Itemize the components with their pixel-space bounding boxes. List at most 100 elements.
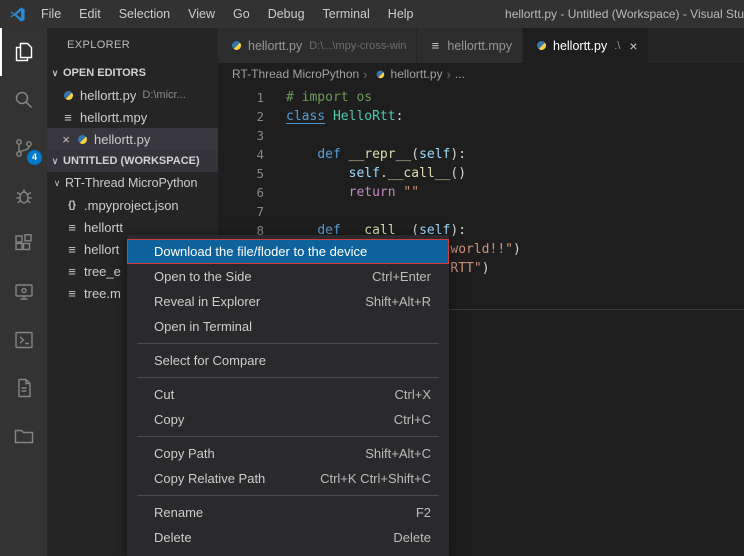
code-token <box>286 147 317 162</box>
menu-item-shortcut: Ctrl+Enter <box>372 269 431 284</box>
code-token <box>341 147 349 162</box>
mpy-icon: ≡ <box>60 109 76 125</box>
device-monitor-icon <box>12 280 36 304</box>
menu-item-open-to-the-side[interactable]: Open to the SideCtrl+Enter <box>127 264 449 289</box>
activity-extensions-button[interactable] <box>0 220 47 268</box>
mpy-icon: ≡ <box>427 38 443 54</box>
tab-hellortt-py[interactable]: hellortt.py.\× <box>523 28 649 63</box>
menu-terminal[interactable]: Terminal <box>314 0 379 28</box>
close-icon[interactable]: × <box>60 132 72 147</box>
code-token: def <box>317 147 340 162</box>
code-text[interactable]: return "" <box>264 183 419 202</box>
code-line: 4 def __repr__(self): <box>218 145 744 164</box>
menu-selection[interactable]: Selection <box>110 0 179 28</box>
document-icon <box>12 376 36 400</box>
json-icon: {} <box>64 197 80 213</box>
window-title: hellortt.py - Untitled (Workspace) - Vis… <box>493 7 744 21</box>
code-text[interactable]: self.__call__() <box>264 164 466 183</box>
tab-detail: .\ <box>614 40 620 52</box>
open-editors-header[interactable]: ∨ OPEN EDITORS <box>47 62 218 84</box>
open-editors-list: hellortt.pyD:\micr...≡hellortt.mpy×hello… <box>47 84 218 150</box>
open-editors-label: OPEN EDITORS <box>63 67 146 79</box>
open-editor-item[interactable]: ×hellortt.py <box>47 128 218 150</box>
menu-item-copy-path[interactable]: Copy PathShift+Alt+C <box>127 441 449 466</box>
code-text[interactable]: class HelloRtt: <box>264 107 403 126</box>
vscode-window: FileEditSelectionViewGoDebugTerminalHelp… <box>0 0 744 556</box>
menu-edit[interactable]: Edit <box>70 0 110 28</box>
tree-folder[interactable]: ∨RT-Thread MicroPython <box>47 172 218 194</box>
activity-source-control-button[interactable]: 4 <box>0 124 47 172</box>
python-icon <box>60 87 76 103</box>
menu-view[interactable]: View <box>179 0 224 28</box>
activity-explorer-button[interactable] <box>0 28 47 76</box>
python-icon <box>533 38 549 54</box>
code-line: 5 self.__call__() <box>218 164 744 183</box>
activity-folder-button[interactable] <box>0 412 47 460</box>
chevron-down-icon: ∨ <box>49 178 65 189</box>
close-icon[interactable]: × <box>629 38 637 54</box>
code-token: self <box>349 166 380 181</box>
line-number: 6 <box>218 183 264 202</box>
menu-separator <box>137 495 439 496</box>
mpy-icon: ≡ <box>64 285 80 301</box>
menu-help[interactable]: Help <box>379 0 423 28</box>
chevron-down-icon: ∨ <box>47 68 63 79</box>
tab-hellortt-py[interactable]: hellortt.pyD:\...\mpy-cross-win <box>218 28 417 63</box>
python-icon <box>373 67 387 81</box>
menu-debug[interactable]: Debug <box>259 0 314 28</box>
menu-go[interactable]: Go <box>224 0 259 28</box>
activity-debug-button[interactable] <box>0 172 47 220</box>
menu-file[interactable]: File <box>32 0 70 28</box>
menu-item-select-for-compare[interactable]: Select for Compare <box>127 348 449 373</box>
title-bar: FileEditSelectionViewGoDebugTerminalHelp… <box>0 0 744 28</box>
activity-bar: 4 <box>0 28 47 556</box>
menu-item-copy-relative-path[interactable]: Copy Relative PathCtrl+K Ctrl+Shift+C <box>127 466 449 491</box>
open-editor-item[interactable]: hellortt.pyD:\micr... <box>47 84 218 106</box>
chevron-right-icon: › <box>447 67 451 82</box>
menu-item-label: Open in Terminal <box>154 319 407 334</box>
code-token: __call__ <box>388 166 451 181</box>
menu-item-shortcut: F2 <box>416 505 431 520</box>
code-text[interactable] <box>264 202 286 221</box>
line-number: 2 <box>218 107 264 126</box>
search-icon <box>12 88 36 112</box>
code-line: 6 return "" <box>218 183 744 202</box>
code-text[interactable]: # import os <box>264 88 372 107</box>
menu-separator <box>137 343 439 344</box>
menu-item-label: Copy Path <box>154 446 341 461</box>
workspace-header[interactable]: ∨ UNTITLED (WORKSPACE) <box>47 150 218 172</box>
tree-item[interactable]: {}.mpyproject.json <box>47 194 218 216</box>
code-token: class <box>286 109 325 124</box>
open-editor-item[interactable]: ≡hellortt.mpy <box>47 106 218 128</box>
file-label: hellortt.py <box>80 88 136 103</box>
menu-item-cut[interactable]: CutCtrl+X <box>127 382 449 407</box>
menu-item-shortcut: Ctrl+X <box>395 387 431 402</box>
menu-item-copy[interactable]: CopyCtrl+C <box>127 407 449 432</box>
code-text[interactable]: def __repr__(self): <box>264 145 466 164</box>
activity-output-button[interactable] <box>0 364 47 412</box>
code-line: 2class HelloRtt: <box>218 107 744 126</box>
breadcrumb-item[interactable]: hellortt.py <box>391 67 443 81</box>
menu-item-delete[interactable]: DeleteDelete <box>127 525 449 550</box>
menu-item-download-the-file-floder-to-the-device[interactable]: Download the file/floder to the device <box>127 239 449 264</box>
code-text[interactable] <box>264 126 286 145</box>
tab-hellortt-mpy[interactable]: ≡hellortt.mpy <box>417 28 523 63</box>
menu-item-open-in-terminal[interactable]: Open in Terminal <box>127 314 449 339</box>
activity-search-button[interactable] <box>0 76 47 124</box>
activity-device-button[interactable] <box>0 268 47 316</box>
line-number: 7 <box>218 202 264 221</box>
code-token: . <box>380 166 388 181</box>
menu-item-rename[interactable]: RenameF2 <box>127 500 449 525</box>
breadcrumb-item[interactable]: ... <box>455 67 465 81</box>
menu-item-reveal-in-explorer[interactable]: Reveal in ExplorerShift+Alt+R <box>127 289 449 314</box>
breadcrumb: RT-Thread MicroPython›hellortt.py›... <box>218 63 744 85</box>
activity-terminal-button[interactable] <box>0 316 47 364</box>
menu-item-label: Select for Compare <box>154 353 407 368</box>
terminal-icon <box>12 328 36 352</box>
menu-separator <box>137 377 439 378</box>
line-number: 5 <box>218 164 264 183</box>
code-token: ( <box>411 147 419 162</box>
menu-item-shortcut: Ctrl+K Ctrl+Shift+C <box>320 471 431 486</box>
breadcrumb-item[interactable]: RT-Thread MicroPython <box>232 67 359 81</box>
tree-item-label: tree.m <box>84 286 121 301</box>
